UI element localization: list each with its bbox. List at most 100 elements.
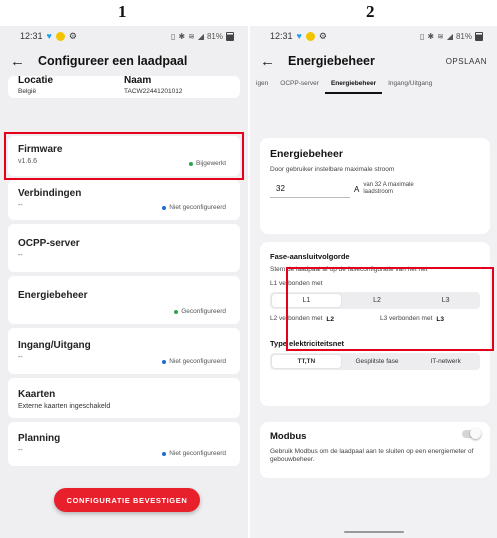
name-field: Naam TACW22441201012 <box>124 75 230 96</box>
status-badge: Niet geconfigureerd <box>162 204 226 211</box>
network-type-title: Type elektriciteitsnet <box>270 339 345 348</box>
l1-phase-selector: L1 L2 L3 <box>270 292 480 309</box>
menu-item-firmware[interactable]: Firmware v1.6.6 Bijgewerkt <box>8 136 240 176</box>
status-text: Bijgewerkt <box>196 160 226 167</box>
status-dot-icon <box>162 451 167 456</box>
status-time: 12:31 <box>20 31 43 41</box>
name-label: Naam <box>124 75 152 86</box>
tab-partial[interactable]: igen <box>250 76 274 94</box>
energy-title: Energiebeheer <box>270 148 343 160</box>
app-icon: ⚙ <box>68 30 77 41</box>
home-indicator <box>344 531 404 533</box>
signal-icon: ◢ <box>197 31 204 41</box>
network-type-selector: TT,TN Gesplitste fase IT-netwerk <box>270 353 480 370</box>
status-badge: Niet geconfigureerd <box>162 450 226 457</box>
bluetooth-icon: ✱ <box>178 31 186 41</box>
location-value: België <box>18 88 37 95</box>
vibrate-icon: ▯ <box>171 31 176 41</box>
save-button[interactable]: OPSLAAN <box>446 57 487 66</box>
phase-description: Stem de laadpaal af op de faseconfigurat… <box>270 266 428 273</box>
tab-bar: igen OCPP-server Energiebeheer Ingang/Ui… <box>250 76 497 94</box>
modbus-title: Modbus <box>270 431 307 442</box>
menu-title: Energiebeheer <box>18 290 88 301</box>
charger-info-card: Locatie België Naam TACW22441201012 <box>8 76 240 98</box>
menu-value: Externe kaarten ingeschakeld <box>18 403 111 410</box>
phone-screen-energiebeheer: 12:31 ♥ ⚙ ▯ ✱ ≋ ◢ 81% ← Energiebeheer OP… <box>250 26 497 538</box>
max-current-input[interactable]: 32 <box>270 180 350 198</box>
menu-item-kaarten[interactable]: Kaarten Externe kaarten ingeschakeld <box>8 378 240 418</box>
app-bar: ← Configureer een laadpaal <box>0 46 248 76</box>
menu-title: Kaarten <box>18 389 56 400</box>
battery-icon <box>475 31 483 41</box>
location-field: Locatie België <box>18 76 124 96</box>
l3-connected-label: L3 verbonden met <box>380 315 433 322</box>
menu-item-ocpp-server[interactable]: OCPP-server -- <box>8 224 240 272</box>
menu-item-verbindingen[interactable]: Verbindingen -- Niet geconfigureerd <box>8 180 240 220</box>
menu-title: Ingang/Uitgang <box>18 340 91 351</box>
phase-title: Fase-aansluitvolgorde <box>270 252 350 261</box>
l2-connected-label: L2 verbonden met <box>270 315 323 322</box>
energy-description: Door gebruiker instelbare maximale stroo… <box>270 166 395 173</box>
menu-item-energiebeheer[interactable]: Energiebeheer Geconfigureerd <box>8 276 240 324</box>
menu-title: Planning <box>18 433 61 444</box>
modbus-panel: Modbus Gebruik Modbus om de laadpaal aan… <box>260 422 490 478</box>
battery-percentage: 81% <box>206 31 223 41</box>
status-bar: 12:31 ♥ ⚙ ▯ ✱ ≋ ◢ 81% <box>250 26 497 46</box>
name-value: TACW22441201012 <box>124 88 183 95</box>
twitter-bird-icon: ♥ <box>46 31 52 41</box>
menu-value: -- <box>18 252 23 259</box>
back-arrow-icon[interactable]: ← <box>260 53 275 70</box>
current-unit: A <box>354 184 360 194</box>
l2-connected-value[interactable]: L2 <box>326 316 334 323</box>
status-text: Niet geconfigureerd <box>169 358 226 365</box>
status-time: 12:31 <box>270 31 293 41</box>
energy-panel: Energiebeheer Door gebruiker instelbare … <box>260 138 490 234</box>
network-option-it[interactable]: IT-netwerk <box>411 353 480 370</box>
vibrate-icon: ▯ <box>420 31 425 41</box>
modbus-toggle[interactable] <box>462 428 481 439</box>
menu-item-ingang-uitgang[interactable]: Ingang/Uitgang -- Niet geconfigureerd <box>8 328 240 374</box>
tab-ingang-uitgang[interactable]: Ingang/Uitgang <box>382 76 438 94</box>
menu-title: Verbindingen <box>18 188 82 199</box>
twitter-bird-icon: ♥ <box>296 31 302 41</box>
phase-panel: Fase-aansluitvolgorde Stem de laadpaal a… <box>260 242 490 406</box>
status-badge: Bijgewerkt <box>189 160 226 167</box>
status-text: Niet geconfigureerd <box>169 450 226 457</box>
modbus-description: Gebruik Modbus om de laadpaal aan te slu… <box>270 448 474 463</box>
l1-connected-label: L1 verbonden met <box>270 280 323 287</box>
status-bar: 12:31 ♥ ⚙ ▯ ✱ ≋ ◢ 81% <box>0 26 248 46</box>
sun-icon <box>305 31 315 41</box>
sun-icon <box>55 31 65 41</box>
status-dot-icon <box>162 205 167 210</box>
back-arrow-icon[interactable]: ← <box>10 53 25 70</box>
wifi-icon: ≋ <box>437 31 444 41</box>
current-hint: van 32 A maximale laadstroom <box>363 182 414 195</box>
phase-option-l2[interactable]: L2 <box>343 292 412 309</box>
tab-ocpp-server[interactable]: OCPP-server <box>274 76 325 94</box>
status-dot-icon <box>174 309 179 314</box>
status-text: Geconfigureerd <box>181 308 226 315</box>
tab-energiebeheer[interactable]: Energiebeheer <box>324 76 383 94</box>
status-dot-icon <box>189 161 194 166</box>
l3-connected-value[interactable]: L3 <box>436 316 444 323</box>
step-number-2: 2 <box>366 2 375 21</box>
menu-title: Firmware <box>18 144 63 155</box>
wifi-icon: ≋ <box>188 31 195 41</box>
status-badge: Niet geconfigureerd <box>162 358 226 365</box>
phase-option-l3[interactable]: L3 <box>411 292 480 309</box>
network-option-tt-tn[interactable]: TT,TN <box>272 355 341 368</box>
menu-item-planning[interactable]: Planning -- Niet geconfigureerd <box>8 422 240 466</box>
app-icon: ⚙ <box>318 30 327 41</box>
network-option-split-phase[interactable]: Gesplitste fase <box>343 353 412 370</box>
bluetooth-icon: ✱ <box>427 31 435 41</box>
status-text: Niet geconfigureerd <box>169 204 226 211</box>
status-badge: Geconfigureerd <box>174 308 226 315</box>
phase-option-l1[interactable]: L1 <box>272 294 341 307</box>
battery-percentage: 81% <box>455 31 472 41</box>
battery-icon <box>226 31 234 41</box>
phone-screen-configure: 12:31 ♥ ⚙ ▯ ✱ ≋ ◢ 81% ← Configureer een … <box>0 26 248 538</box>
page-title: Energiebeheer <box>288 54 375 68</box>
signal-icon: ◢ <box>446 31 453 41</box>
l2-l3-row: L2 verbonden met L2 L3 verbonden met L3 <box>270 315 480 323</box>
confirm-configuration-button[interactable]: CONFIGURATIE BEVESTIGEN <box>54 488 200 512</box>
